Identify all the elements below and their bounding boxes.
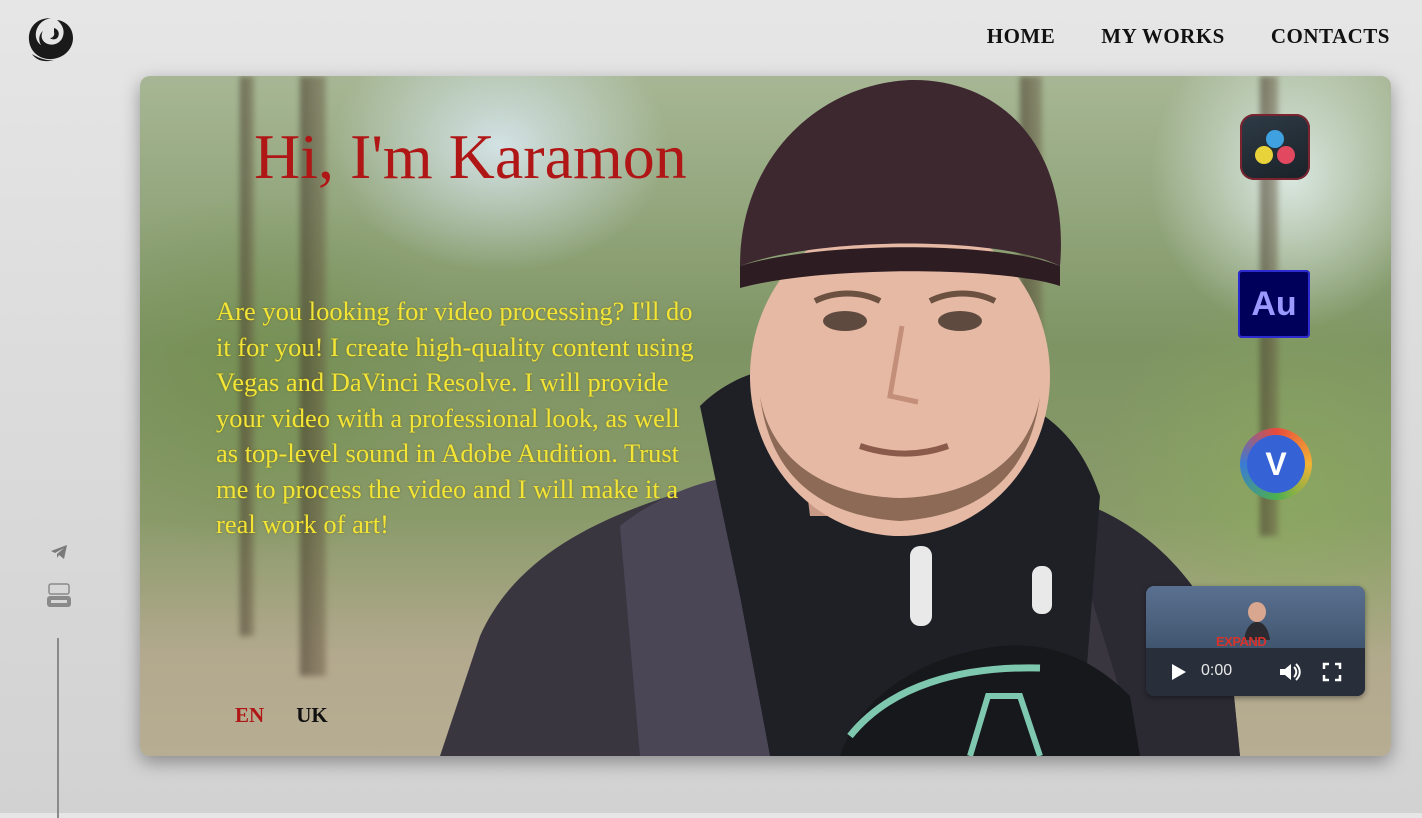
vegas-icon: V [1240,428,1312,500]
adobe-audition-icon: Au [1238,270,1310,338]
vegas-icon-inner: V [1247,435,1305,493]
play-icon[interactable] [1168,662,1188,682]
hero-intro-text: Are you looking for video processing? I'… [216,296,694,539]
video-thumbnail[interactable]: EXPAND [1146,586,1365,649]
adobe-audition-label: Au [1251,284,1297,323]
video-player[interactable]: EXPAND 0:00 [1146,586,1365,696]
fullscreen-icon[interactable] [1322,662,1342,682]
youtube-icon[interactable] [46,582,72,608]
hero-section: Hi, I'm Karamon Are you looking for vide… [140,76,1391,756]
davinci-resolve-icon [1240,114,1310,180]
lang-en-button[interactable]: EN [235,703,264,728]
language-switcher: EN UK [235,703,328,728]
lang-uk-button[interactable]: UK [296,703,328,728]
vegas-label: V [1265,445,1287,482]
video-watermark: EXPAND [1216,634,1267,649]
nav-contacts-link[interactable]: CONTACTS [1271,24,1390,49]
nav-home-link[interactable]: HOME [987,24,1056,49]
telegram-icon[interactable] [50,544,68,560]
hero-greeting: Hi, I'm Karamon [254,121,687,192]
nav-my-works-link[interactable]: MY WORKS [1101,24,1225,49]
social-divider-line [57,638,59,818]
volume-icon[interactable] [1278,661,1302,683]
video-controls: 0:00 [1146,648,1365,696]
logo-icon[interactable] [24,14,78,64]
video-time: 0:00 [1201,662,1233,679]
davinci-resolve-glyph [1255,130,1295,164]
top-nav: HOME MY WORKS CONTACTS [987,24,1390,49]
